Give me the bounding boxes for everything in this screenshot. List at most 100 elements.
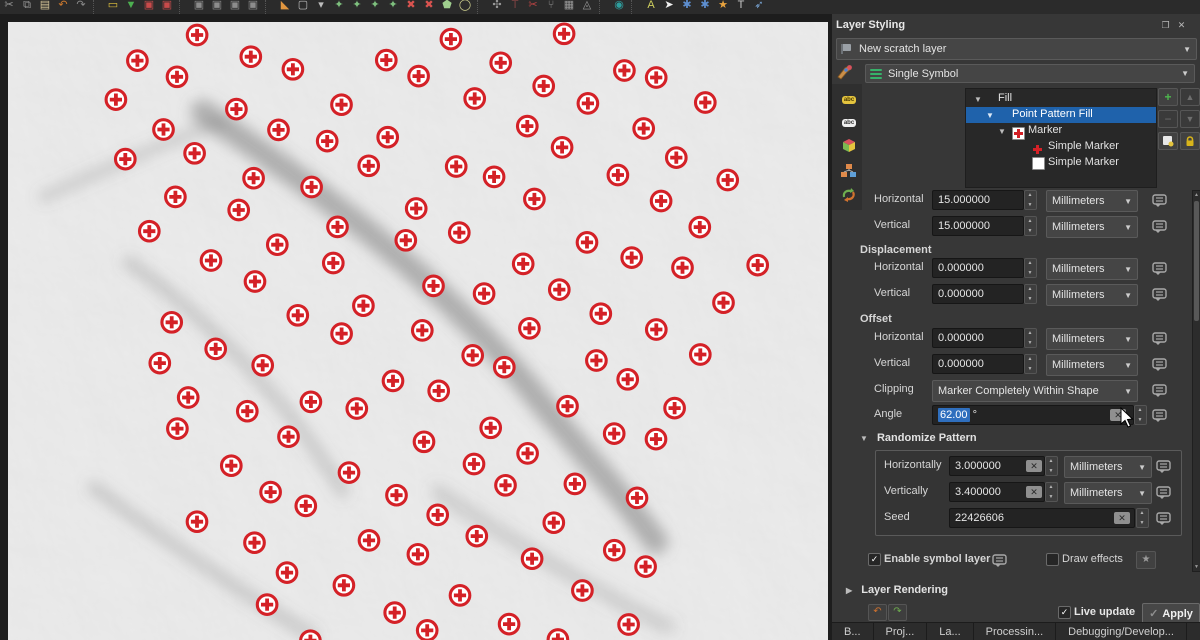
offset-vertical-spinner[interactable] bbox=[1024, 354, 1037, 374]
data-defined-override-icon[interactable] bbox=[1150, 329, 1170, 347]
randomize-horizontal-spinner[interactable] bbox=[1045, 456, 1058, 476]
displacement-horizontal-spinner[interactable] bbox=[1024, 258, 1037, 278]
displacement-horizontal-unit[interactable]: Millimeters▼ bbox=[1046, 258, 1138, 280]
label-gray2-icon[interactable]: ▣ bbox=[208, 0, 226, 14]
data-defined-override-icon[interactable] bbox=[1154, 509, 1174, 527]
displacement-vertical-unit[interactable]: Millimeters▼ bbox=[1046, 284, 1138, 306]
seed-spinner[interactable] bbox=[1136, 508, 1149, 528]
move-down-button[interactable]: ▼ bbox=[1180, 110, 1200, 128]
digitize-icon[interactable]: ⍑ bbox=[506, 0, 524, 14]
tab-debugging[interactable]: Debugging/Develop... bbox=[1056, 623, 1187, 640]
globe-icon[interactable]: ◉ bbox=[610, 0, 628, 14]
data-defined-override-icon[interactable] bbox=[1150, 259, 1170, 277]
label-tool2-icon[interactable]: ▣ bbox=[244, 0, 262, 14]
undo-style-button[interactable]: ↶ bbox=[868, 604, 887, 621]
enable-symbol-layer-checkbox[interactable]: ✓ bbox=[868, 553, 881, 566]
lock-icon[interactable] bbox=[1180, 132, 1200, 150]
callouts-icon[interactable]: abc bbox=[838, 113, 860, 133]
displacement-vertical-input[interactable]: 0.000000 bbox=[932, 284, 1024, 304]
collapse-caret-icon[interactable]: ▼ bbox=[974, 95, 982, 104]
copy-icon[interactable]: ⧉ bbox=[18, 0, 36, 14]
new-shape-icon[interactable]: ✦ bbox=[384, 0, 402, 14]
effects-star-icon[interactable]: ★ bbox=[1136, 551, 1156, 569]
node-blue2-icon[interactable]: ✱ bbox=[696, 0, 714, 14]
undo-icon[interactable]: ↶ bbox=[54, 0, 72, 14]
displacement-horizontal-input[interactable]: 0.000000 bbox=[932, 258, 1024, 278]
clear-value-icon[interactable]: ✕ bbox=[1026, 460, 1042, 472]
settings-scrollbar[interactable]: ▲ ▼ bbox=[1192, 190, 1200, 572]
remove-layer2-icon[interactable]: ✖ bbox=[420, 0, 438, 14]
tree-row-simple-marker-cross[interactable]: Simple Marker bbox=[966, 139, 1156, 155]
new-gpx-icon[interactable]: ✦ bbox=[348, 0, 366, 14]
offset-vertical-unit[interactable]: Millimeters▼ bbox=[1046, 354, 1138, 376]
label-pin-red-icon[interactable]: ▣ bbox=[140, 0, 158, 14]
close-panel-icon[interactable]: ✕ bbox=[1176, 20, 1187, 31]
symbology-icon[interactable] bbox=[834, 62, 856, 82]
move-label-icon[interactable]: ➶ bbox=[750, 0, 768, 14]
angle-input[interactable]: 62.00 ° bbox=[932, 405, 1134, 425]
data-defined-override-icon[interactable] bbox=[1150, 217, 1170, 235]
size-vertical-unit[interactable]: Millimeters▼ bbox=[1046, 216, 1138, 238]
add-symbol-layer-button[interactable]: + bbox=[1158, 88, 1178, 106]
label-gray-icon[interactable]: ▣ bbox=[190, 0, 208, 14]
clipping-select[interactable]: Marker Completely Within Shape▼ bbox=[932, 380, 1138, 402]
label-color-icon[interactable]: ▼ bbox=[122, 0, 140, 14]
3d-view-icon[interactable] bbox=[838, 136, 860, 156]
data-defined-override-icon[interactable] bbox=[1154, 457, 1174, 475]
data-defined-override-icon[interactable] bbox=[1154, 483, 1174, 501]
size-vertical-spinner[interactable] bbox=[1024, 216, 1037, 236]
vertex-tool-icon[interactable]: ✣ bbox=[488, 0, 506, 14]
new-layer-icon[interactable]: ✦ bbox=[330, 0, 348, 14]
tab-processing[interactable]: Processin... bbox=[974, 623, 1056, 640]
collapse-caret-icon[interactable]: ▼ bbox=[998, 127, 1006, 136]
offset-horizontal-spinner[interactable] bbox=[1024, 328, 1037, 348]
map-canvas[interactable] bbox=[8, 22, 828, 640]
scroll-down-icon[interactable]: ▼ bbox=[1193, 564, 1200, 570]
layer-selector[interactable]: New scratch layer ▼ bbox=[836, 38, 1197, 60]
auto-label-icon[interactable]: A bbox=[642, 0, 660, 14]
polygon-layer-icon[interactable]: ⬟ bbox=[438, 0, 456, 14]
tree-row-fill[interactable]: ▼ Fill bbox=[966, 91, 1156, 107]
draw-effects-checkbox[interactable]: ✓ bbox=[1046, 553, 1059, 566]
data-defined-override-icon[interactable] bbox=[1150, 406, 1170, 424]
seed-input[interactable]: 22426606 bbox=[949, 508, 1135, 528]
live-update-checkbox[interactable]: ✓ bbox=[1058, 606, 1071, 619]
tree-row-marker[interactable]: ▼ Marker bbox=[966, 123, 1156, 139]
size-vertical-input[interactable]: 15.000000 bbox=[932, 216, 1024, 236]
label-yellow-icon[interactable]: ▭ bbox=[104, 0, 122, 14]
star-icon[interactable]: ★ bbox=[714, 0, 732, 14]
float-panel-icon[interactable]: ❐ bbox=[1160, 20, 1171, 31]
randomize-horizontal-unit[interactable]: Millimeters▼ bbox=[1064, 456, 1152, 478]
move-up-button[interactable]: ▲ bbox=[1180, 88, 1200, 106]
diagrams-icon[interactable] bbox=[838, 161, 860, 181]
scroll-up-icon[interactable]: ▲ bbox=[1193, 192, 1200, 198]
polygon-ring-icon[interactable]: ◯ bbox=[456, 0, 474, 14]
collapse-caret-icon[interactable]: ▼ bbox=[986, 111, 994, 120]
data-defined-override-icon[interactable] bbox=[1150, 191, 1170, 209]
displacement-vertical-spinner[interactable] bbox=[1024, 284, 1037, 304]
data-defined-override-icon[interactable] bbox=[1150, 355, 1170, 373]
tab-project[interactable]: Proj... bbox=[874, 623, 928, 640]
size-horizontal-unit[interactable]: Millimeters▼ bbox=[1046, 190, 1138, 212]
paste-icon[interactable]: ▤ bbox=[36, 0, 54, 14]
randomize-pattern-header[interactable]: ▼ Randomize Pattern bbox=[860, 432, 977, 444]
label-pin-red2-icon[interactable]: ▣ bbox=[158, 0, 176, 14]
topology-icon[interactable]: ⑂ bbox=[542, 0, 560, 14]
remove-layer-icon[interactable]: ✖ bbox=[402, 0, 420, 14]
clear-value-icon[interactable]: ✕ bbox=[1114, 512, 1130, 524]
cut-icon[interactable]: ✂ bbox=[0, 0, 18, 14]
tree-row-point-pattern-fill[interactable]: ▼ Point Pattern Fill bbox=[966, 107, 1156, 123]
redo-style-button[interactable]: ↷ bbox=[888, 604, 907, 621]
offset-vertical-input[interactable]: 0.000000 bbox=[932, 354, 1024, 374]
delta-icon[interactable]: ◬ bbox=[578, 0, 596, 14]
apply-button[interactable]: ✓ Apply bbox=[1142, 603, 1200, 624]
layer-rendering-header[interactable]: ▶ Layer Rendering bbox=[846, 584, 948, 596]
tree-row-simple-marker-square[interactable]: Simple Marker bbox=[966, 155, 1156, 171]
size-horizontal-input[interactable]: 15.000000 bbox=[932, 190, 1024, 210]
randomize-vertical-unit[interactable]: Millimeters▼ bbox=[1064, 482, 1152, 504]
offset-horizontal-unit[interactable]: Millimeters▼ bbox=[1046, 328, 1138, 350]
node-blue-icon[interactable]: ✱ bbox=[678, 0, 696, 14]
new-mesh-icon[interactable]: ✦ bbox=[366, 0, 384, 14]
split-icon[interactable]: ✂ bbox=[524, 0, 542, 14]
tab-layers[interactable]: La... bbox=[927, 623, 973, 640]
